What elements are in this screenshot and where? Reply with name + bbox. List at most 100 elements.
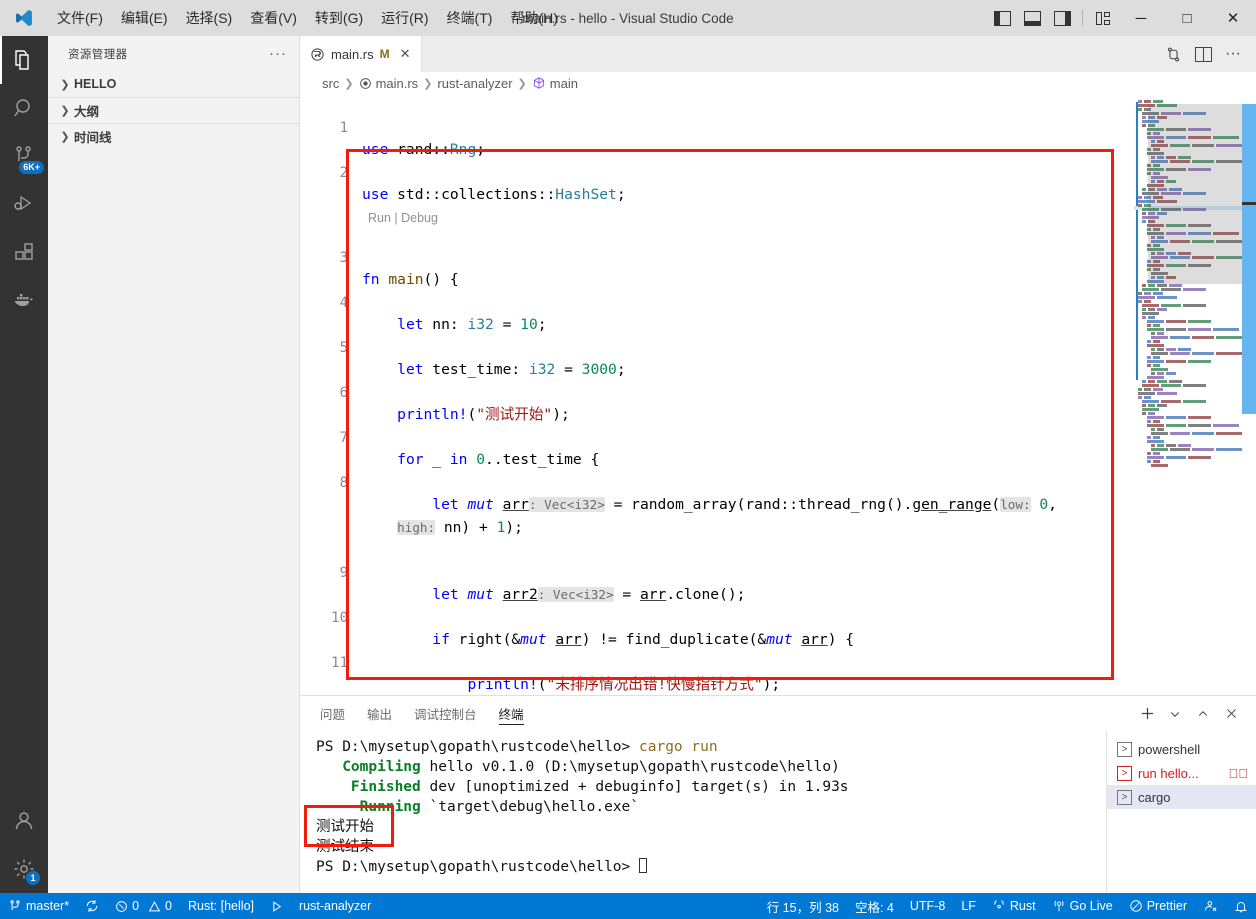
terminal-cursor (639, 858, 648, 873)
menu-help[interactable]: 帮助(H) (501, 0, 566, 36)
minimap-slider[interactable] (1148, 104, 1256, 284)
status-branch[interactable]: master* (0, 893, 77, 919)
status-remote[interactable] (1195, 893, 1226, 919)
status-rust-project-label: Rust: [hello] (187, 899, 254, 913)
window-minimize-button[interactable]: ─ (1118, 0, 1164, 36)
status-rust-project[interactable]: Rust: [hello] (180, 893, 262, 919)
toggle-primary-sidebar-icon[interactable] (987, 0, 1017, 36)
terminal-status: Running (359, 799, 421, 815)
chevron-right-icon: ❯ (423, 77, 433, 90)
status-indentation[interactable]: 空格: 4 (847, 893, 902, 919)
activity-search-icon[interactable] (0, 84, 48, 132)
terminal-list-item-cargo[interactable]: > cargo (1107, 785, 1256, 809)
menu-go[interactable]: 转到(G) (306, 0, 372, 36)
breadcrumb-rust-analyzer[interactable]: rust-analyzer (437, 76, 512, 91)
breadcrumb: src ❯ main.rs ❯ rust-analyzer ❯ main (300, 72, 1256, 94)
terminal-output[interactable]: PS D:\mysetup\gopath\rustcode\hello> car… (300, 731, 1106, 893)
chevron-down-icon[interactable] (1162, 701, 1188, 727)
terminal-list-item-powershell[interactable]: > powershell (1107, 737, 1256, 761)
status-encoding[interactable]: UTF-8 (902, 893, 953, 919)
status-cursor-position[interactable]: 行 15，列 38 (759, 893, 847, 919)
toggle-secondary-sidebar-icon[interactable] (1047, 0, 1077, 36)
activity-docker-icon[interactable] (0, 276, 48, 324)
menu-run[interactable]: 运行(R) (372, 0, 437, 36)
scrollbar-thumb[interactable] (1242, 104, 1256, 414)
source-control-graph-icon[interactable] (1160, 39, 1186, 69)
sidebar-more-icon[interactable]: ··· (269, 45, 287, 62)
editor-more-actions-icon[interactable]: ··· (1220, 39, 1246, 69)
panel-tab-debug-console[interactable]: 调试控制台 (414, 696, 477, 731)
code-line-9: 9 let mut arr2: Vec<i32> = arr.clone(); (300, 539, 1256, 604)
close-panel-icon[interactable] (1218, 701, 1244, 727)
menu-file[interactable]: 文件(F) (48, 0, 112, 36)
sidebar-section-timeline[interactable]: ❯ 时间线 (48, 123, 299, 149)
activity-extensions-icon[interactable] (0, 228, 48, 276)
maximize-panel-icon[interactable] (1190, 701, 1216, 727)
status-run-project[interactable] (262, 893, 291, 919)
terminal-icon: > (1117, 765, 1132, 781)
activity-accounts-icon[interactable] (0, 797, 48, 845)
status-sync[interactable] (77, 893, 107, 919)
sidebar-section-outline[interactable]: ❯ 大纲 (48, 97, 299, 123)
code-editor[interactable]: 1 use rand::Rng; 2 use std::collections:… (300, 94, 1256, 695)
sidebar-section-hello[interactable]: ❯ HELLO (48, 71, 299, 97)
activity-settings-icon[interactable]: 1 (0, 845, 48, 893)
warning-icon (148, 900, 161, 913)
editor-scrollbar[interactable] (1242, 94, 1256, 695)
panel-tab-problems[interactable]: 问题 (320, 696, 345, 731)
status-language-mode[interactable]: Rust (984, 893, 1044, 919)
status-notifications[interactable] (1226, 893, 1256, 919)
toggle-panel-icon[interactable] (1017, 0, 1047, 36)
menu-selection[interactable]: 选择(S) (177, 0, 242, 36)
terminal-list-label: powershell (1138, 741, 1201, 757)
status-problems[interactable]: 0 0 (107, 893, 180, 919)
minimap-line (1134, 388, 1242, 391)
tabs-filler (422, 36, 1160, 72)
line-number: 5 (339, 339, 348, 356)
menu-view[interactable]: 查看(V) (241, 0, 306, 36)
menu-terminal[interactable]: 终端(T) (438, 0, 502, 36)
activity-run-debug-icon[interactable] (0, 180, 48, 228)
chevron-right-icon: ❯ (60, 105, 70, 117)
minimap-line (1134, 312, 1242, 315)
explorer-sidebar: 资源管理器 ··· ❯ HELLO ❯ 大纲 ❯ 时间线 (48, 36, 300, 893)
activity-explorer-icon[interactable] (0, 36, 48, 84)
status-prettier[interactable]: Prettier (1121, 893, 1195, 919)
rust-icon (992, 899, 1006, 913)
terminal-status: Compiling (342, 759, 421, 775)
line-number: 2 (339, 164, 348, 181)
panel-tab-terminal[interactable]: 终端 (498, 696, 524, 731)
breadcrumb-src[interactable]: src (322, 76, 339, 91)
toolbar-separator (1082, 10, 1083, 26)
split-editor-icon[interactable] (1190, 39, 1216, 69)
code-lens-row[interactable]: Run | Debug (300, 184, 1256, 225)
minimap-line (1134, 392, 1242, 395)
line-number: 3 (339, 249, 348, 266)
prettier-icon (1129, 899, 1143, 913)
status-go-live[interactable]: Go Live (1044, 893, 1121, 919)
new-terminal-icon[interactable] (1134, 701, 1160, 727)
tab-main-rs[interactable]: main.rs M ✕ (300, 36, 422, 72)
terminal-list-label: cargo (1138, 789, 1171, 805)
status-eol[interactable]: LF (953, 893, 984, 919)
terminal-list-item-run-hello[interactable]: > run hello... ✖⃝ (1107, 761, 1256, 785)
error-icon (115, 900, 128, 913)
customize-layout-icon[interactable] (1088, 0, 1118, 36)
tab-dirty-indicator: M (379, 47, 390, 61)
status-rust-analyzer[interactable]: rust-analyzer (291, 893, 379, 919)
menu-edit[interactable]: 编辑(E) (112, 0, 177, 36)
breadcrumb-symbol-main[interactable]: main (532, 76, 578, 91)
tab-label: main.rs (331, 46, 374, 62)
panel-tab-output[interactable]: 输出 (367, 696, 392, 731)
window-maximize-button[interactable]: □ (1164, 0, 1210, 36)
minimap-line (1134, 420, 1242, 423)
tab-close-icon[interactable]: ✕ (400, 46, 411, 62)
rust-file-icon (359, 77, 372, 90)
code-line-8: 8 let mut arr: Vec<i32> = random_array(r… (300, 449, 1256, 514)
code-lines: 1 use rand::Rng; 2 use std::collections:… (300, 94, 1256, 695)
breadcrumb-file[interactable]: main.rs (359, 76, 418, 91)
window-close-button[interactable]: ✕ (1210, 0, 1256, 36)
minimap-line (1134, 352, 1242, 355)
activity-source-control-icon[interactable]: 6K+ (0, 132, 48, 180)
terminal-list: > powershell > run hello... ✖⃝ > cargo (1106, 731, 1256, 893)
